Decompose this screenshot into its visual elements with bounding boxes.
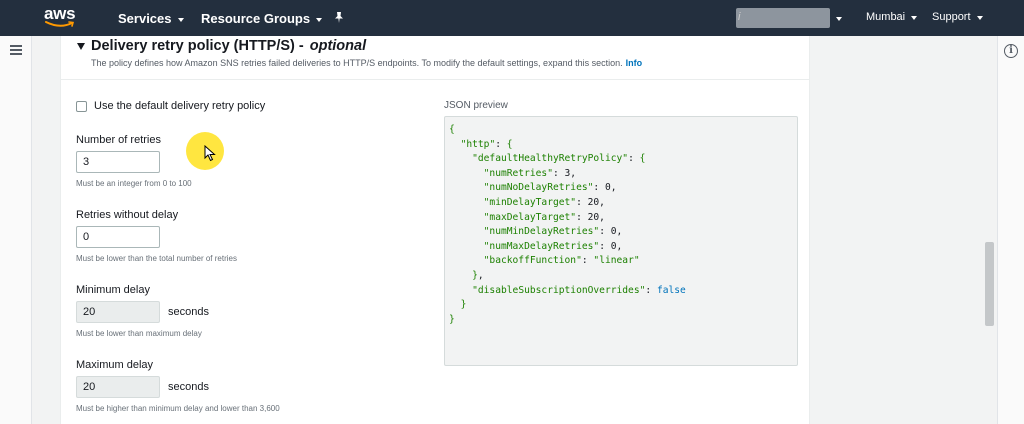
page-scrollbar-thumb[interactable] — [985, 242, 994, 326]
info-icon[interactable]: i — [1004, 44, 1018, 58]
services-menu[interactable]: Services — [118, 11, 184, 26]
default-policy-checkbox[interactable] — [76, 100, 87, 112]
redacted-account-name — [736, 8, 830, 28]
default-policy-checkbox-row[interactable]: Use the default delivery retry policy — [76, 100, 265, 112]
json-preview-label: JSON preview — [444, 100, 508, 111]
top-navigation-bar: aws Services Resource Groups i Mumbai Su… — [0, 0, 1024, 36]
maximum-delay-label: Maximum delay — [76, 359, 154, 371]
resource-groups-label: Resource Groups — [201, 11, 311, 26]
delivery-retry-policy-panel: Delivery retry policy (HTTP/S) - optiona… — [60, 36, 810, 424]
caret-down-icon — [77, 42, 85, 50]
minimum-delay-unit: seconds — [168, 306, 209, 318]
left-side-rail — [0, 36, 32, 424]
info-link[interactable]: Info — [626, 58, 643, 68]
chevron-down-icon — [911, 16, 918, 20]
minimum-delay-input[interactable]: 20 — [76, 301, 160, 323]
resource-groups-menu[interactable]: Resource Groups — [201, 11, 323, 26]
retries-without-delay-input[interactable]: 0 — [76, 226, 160, 248]
chevron-down-icon — [177, 17, 184, 22]
region-selector[interactable]: Mumbai — [866, 11, 918, 23]
section-optional-tag: optional — [309, 38, 367, 54]
account-initial: i — [738, 11, 741, 23]
aws-logo[interactable]: aws — [44, 5, 78, 31]
json-preview-box: { "http": { "defaultHealthyRetryPolicy":… — [444, 116, 798, 366]
support-label: Support — [932, 11, 971, 23]
section-description: The policy defines how Amazon SNS retrie… — [91, 58, 642, 68]
chevron-down-icon — [836, 17, 842, 21]
json-preview-code: { "http": { "defaultHealthyRetryPolicy":… — [449, 124, 686, 325]
chevron-down-icon — [316, 17, 323, 22]
pin-icon[interactable] — [333, 11, 345, 24]
right-side-rail: i — [997, 36, 1024, 424]
page-scrollbar-track[interactable] — [985, 36, 996, 424]
retries-without-delay-label: Retries without delay — [76, 209, 179, 221]
maximum-delay-unit: seconds — [168, 381, 209, 393]
account-menu[interactable]: i — [736, 8, 842, 28]
services-label: Services — [118, 11, 172, 26]
aws-logo-text: aws — [44, 4, 76, 23]
maximum-delay-hint: Must be higher than minimum delay and lo… — [76, 404, 280, 413]
maximum-delay-input[interactable]: 20 — [76, 376, 160, 398]
number-of-retries-input[interactable]: 3 — [76, 151, 160, 173]
support-menu[interactable]: Support — [932, 11, 983, 23]
default-policy-checkbox-label: Use the default delivery retry policy — [94, 100, 266, 112]
number-of-retries-label: Number of retries — [76, 134, 161, 146]
minimum-delay-label: Minimum delay — [76, 284, 150, 296]
mouse-cursor-icon — [204, 145, 216, 162]
section-title-text: Delivery retry policy (HTTP/S) - — [91, 38, 304, 54]
aws-smile-icon — [45, 21, 75, 27]
hamburger-icon[interactable] — [10, 45, 22, 55]
section-title[interactable]: Delivery retry policy (HTTP/S) - optiona… — [77, 38, 366, 54]
section-description-text: The policy defines how Amazon SNS retrie… — [91, 58, 623, 68]
minimum-delay-hint: Must be lower than maximum delay — [76, 329, 202, 338]
region-label: Mumbai — [866, 11, 906, 23]
section-header[interactable]: Delivery retry policy (HTTP/S) - optiona… — [61, 36, 809, 80]
retries-without-delay-hint: Must be lower than the total number of r… — [76, 254, 237, 263]
chevron-down-icon — [976, 16, 983, 20]
number-of-retries-hint: Must be an integer from 0 to 100 — [76, 179, 192, 188]
